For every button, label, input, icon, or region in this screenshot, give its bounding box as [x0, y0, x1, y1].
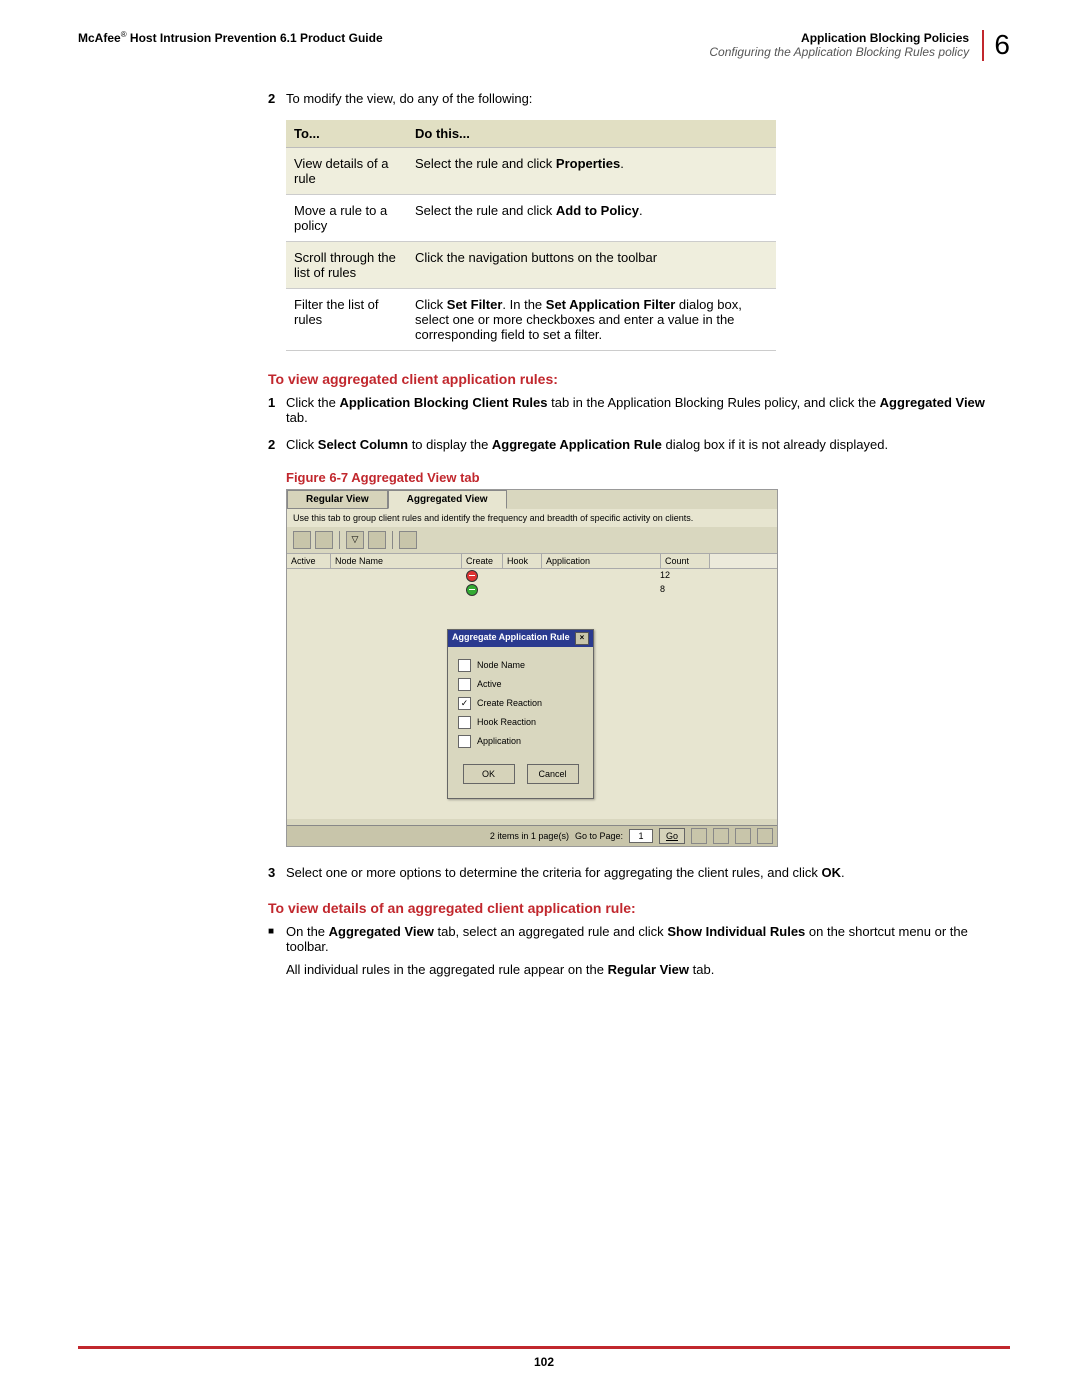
- step-number: 1: [268, 395, 286, 425]
- intro-step: 2 To modify the view, do any of the foll…: [268, 91, 1000, 106]
- checkbox-create-reaction[interactable]: ✓: [458, 697, 471, 710]
- status-bar: 2 items in 1 page(s) Go to Page: 1 Go: [287, 825, 777, 846]
- page-header: McAfee® Host Intrusion Prevention 6.1 Pr…: [78, 30, 1010, 61]
- items-count: 2 items in 1 page(s): [490, 831, 569, 841]
- step-2: 2 Click Select Column to display the Agg…: [268, 437, 1000, 452]
- chapter-number: 6: [982, 30, 1010, 61]
- table-header-dothis: Do this...: [407, 120, 776, 148]
- cancel-button[interactable]: Cancel: [527, 764, 579, 784]
- page-input[interactable]: 1: [629, 829, 653, 843]
- paragraph: All individual rules in the aggregated r…: [268, 962, 1000, 977]
- toolbar-button[interactable]: [399, 531, 417, 549]
- checkbox-application[interactable]: [458, 735, 471, 748]
- grid-row[interactable]: 8: [287, 583, 777, 597]
- toolbar-button[interactable]: [368, 531, 386, 549]
- footer-rule: [78, 1346, 1010, 1349]
- col-count: Count: [661, 554, 710, 568]
- allow-icon: [466, 584, 478, 596]
- last-page-icon[interactable]: [757, 828, 773, 844]
- checkbox-label: Hook Reaction: [477, 717, 536, 727]
- step-text: Click Select Column to display the Aggre…: [286, 437, 1000, 452]
- checkbox-hook-reaction[interactable]: [458, 716, 471, 729]
- bullet-item: ■ On the Aggregated View tab, select an …: [268, 924, 1000, 954]
- step-3: 3 Select one or more options to determin…: [268, 865, 1000, 880]
- tabs-row: Regular View Aggregated View: [287, 490, 777, 509]
- toolbar: ▽: [287, 527, 777, 554]
- page-footer: 102: [78, 1346, 1010, 1369]
- filter-icon[interactable]: ▽: [346, 531, 364, 549]
- checkbox-label: Application: [477, 736, 521, 746]
- tab-instruction: Use this tab to group client rules and i…: [287, 509, 777, 527]
- cell-to: Move a rule to a policy: [286, 194, 407, 241]
- bullet-icon: ■: [268, 924, 286, 954]
- table-header-to: To...: [286, 120, 407, 148]
- checkbox-label: Node Name: [477, 660, 525, 670]
- header-left: McAfee® Host Intrusion Prevention 6.1 Pr…: [78, 30, 383, 45]
- figure-caption: Figure 6-7 Aggregated View tab: [286, 470, 1000, 485]
- table-row: Filter the list of rules Click Set Filte…: [286, 288, 776, 350]
- tab-regular-view[interactable]: Regular View: [287, 490, 388, 509]
- cell-to: Scroll through the list of rules: [286, 241, 407, 288]
- close-icon[interactable]: ×: [575, 632, 589, 645]
- table-row: Move a rule to a policy Select the rule …: [286, 194, 776, 241]
- section-heading: To view aggregated client application ru…: [268, 371, 1000, 387]
- checkbox-node-name[interactable]: [458, 659, 471, 672]
- aggregate-rule-dialog: Aggregate Application Rule × Node Name A…: [447, 629, 594, 799]
- prev-page-icon[interactable]: [713, 828, 729, 844]
- checkbox-active[interactable]: [458, 678, 471, 691]
- step-text: Select one or more options to determine …: [286, 865, 1000, 880]
- count-value: 8: [656, 583, 704, 597]
- step-text: Click the Application Blocking Client Ru…: [286, 395, 1000, 425]
- toolbar-button[interactable]: [293, 531, 311, 549]
- cell-do: Click Set Filter. In the Set Application…: [407, 288, 776, 350]
- col-node: Node Name: [331, 554, 462, 568]
- paragraph-text: All individual rules in the aggregated r…: [286, 962, 1000, 977]
- deny-icon: [466, 570, 478, 582]
- aggregated-view-screenshot: Regular View Aggregated View Use this ta…: [286, 489, 778, 847]
- tab-aggregated-view[interactable]: Aggregated View: [388, 490, 507, 509]
- page-number: 102: [78, 1355, 1010, 1369]
- go-button[interactable]: Go: [659, 828, 685, 844]
- guide-title: Host Intrusion Prevention 6.1 Product Gu…: [127, 31, 383, 45]
- step-number: 2: [268, 91, 286, 106]
- cell-to: Filter the list of rules: [286, 288, 407, 350]
- step-1: 1 Click the Application Blocking Client …: [268, 395, 1000, 425]
- dialog-titlebar: Aggregate Application Rule ×: [448, 630, 593, 647]
- step-number: 2: [268, 437, 286, 452]
- topic-title: Application Blocking Policies: [801, 31, 969, 45]
- step-text: To modify the view, do any of the follow…: [286, 91, 1000, 106]
- action-table: To... Do this... View details of a rule …: [286, 120, 776, 351]
- count-value: 12: [656, 569, 704, 583]
- table-row: View details of a rule Select the rule a…: [286, 147, 776, 194]
- brand: McAfee: [78, 31, 121, 45]
- grid-header: Active Node Name Create Hook Application…: [287, 554, 777, 569]
- checkbox-label: Active: [477, 679, 502, 689]
- cell-do: Select the rule and click Add to Policy.: [407, 194, 776, 241]
- grid-body: 12 8 Aggregate Application Rule × Node N…: [287, 569, 777, 819]
- section-heading: To view details of an aggregated client …: [268, 900, 1000, 916]
- table-row: Scroll through the list of rules Click t…: [286, 241, 776, 288]
- toolbar-button[interactable]: [315, 531, 333, 549]
- cell-do: Select the rule and click Properties.: [407, 147, 776, 194]
- step-number: 3: [268, 865, 286, 880]
- cell-do: Click the navigation buttons on the tool…: [407, 241, 776, 288]
- col-active: Active: [287, 554, 331, 568]
- grid-row[interactable]: 12: [287, 569, 777, 583]
- col-hook: Hook: [503, 554, 542, 568]
- col-create: Create: [462, 554, 503, 568]
- dialog-title-text: Aggregate Application Rule: [452, 632, 570, 645]
- cell-to: View details of a rule: [286, 147, 407, 194]
- header-right: Application Blocking Policies Configurin…: [709, 30, 1010, 61]
- col-app: Application: [542, 554, 661, 568]
- first-page-icon[interactable]: [691, 828, 707, 844]
- topic-subtitle: Configuring the Application Blocking Rul…: [709, 45, 969, 59]
- next-page-icon[interactable]: [735, 828, 751, 844]
- ok-button[interactable]: OK: [463, 764, 515, 784]
- checkbox-label: Create Reaction: [477, 698, 542, 708]
- goto-label: Go to Page:: [575, 831, 623, 841]
- bullet-text: On the Aggregated View tab, select an ag…: [286, 924, 1000, 954]
